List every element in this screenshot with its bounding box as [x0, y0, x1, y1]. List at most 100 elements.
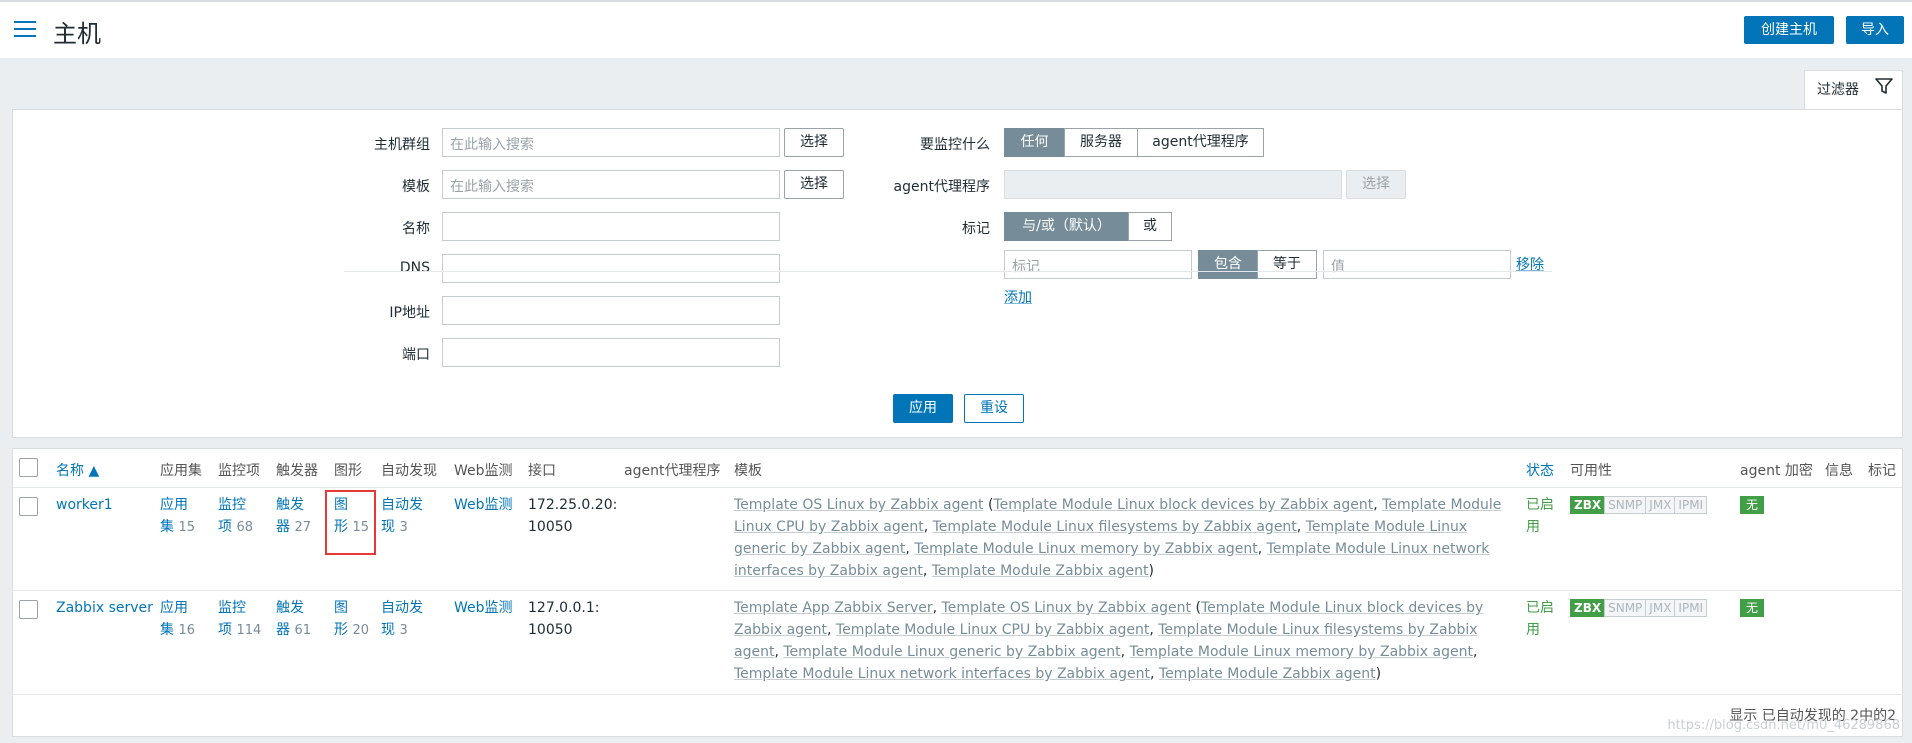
tag-remove-link[interactable]: 移除 [1516, 254, 1544, 276]
tags-mode-or[interactable]: 或 [1128, 212, 1172, 241]
discovery-link[interactable]: 自动发现 3 [381, 494, 451, 539]
template-separator: , [1149, 622, 1159, 638]
items-link[interactable]: 监控项 68 [218, 494, 274, 539]
items-link[interactable]: 监控项 114 [218, 597, 274, 642]
templates-input[interactable]: 在此输入搜索 [442, 170, 780, 199]
monitored-by-label: 要监控什么 [920, 137, 990, 153]
template-separator: ) [1375, 666, 1382, 682]
apply-button[interactable]: 应用 [893, 394, 953, 423]
graphs-link[interactable]: 图形 20 [334, 597, 378, 642]
tag-name-input[interactable]: 标记 [1004, 250, 1192, 279]
template-link[interactable]: Template OS Linux by Zabbix agent [734, 497, 984, 513]
select-all-checkbox[interactable] [19, 458, 38, 477]
template-link[interactable]: Template App Zabbix Server [734, 600, 933, 616]
tag-operator-contains[interactable]: 包含 [1198, 250, 1258, 279]
monitored-by-proxy[interactable]: agent代理程序 [1137, 128, 1264, 157]
host-name-link[interactable]: worker1 [56, 494, 113, 516]
templates-label: 模板 [402, 179, 430, 195]
template-separator: , [922, 563, 932, 579]
template-separator: , [905, 541, 915, 557]
encryption-none-badge: 无 [1740, 496, 1765, 514]
row-checkbox[interactable] [19, 497, 38, 516]
tag-value-input[interactable]: 值 [1323, 250, 1511, 279]
host-groups-input[interactable]: 在此输入搜索 [442, 128, 780, 157]
availability-badges: ZBX SNMP JMX IPMI [1570, 494, 1708, 516]
col-triggers: 触发器 [276, 463, 318, 479]
col-availability: 可用性 [1570, 463, 1612, 479]
templates-cell: Template OS Linux by Zabbix agent (Templ… [734, 494, 1514, 582]
encryption-none-badge: 无 [1740, 599, 1765, 617]
col-proxy: agent代理程序 [624, 463, 721, 479]
template-link[interactable]: Template Module Linux CPU by Zabbix agen… [836, 622, 1149, 638]
applications-link[interactable]: 应用集 15 [160, 494, 216, 539]
row-divider [13, 590, 1902, 591]
template-link[interactable]: Template Module Linux network interfaces… [734, 666, 1150, 682]
template-separator: , [1257, 541, 1267, 557]
status-enabled[interactable]: 已启用 [1526, 597, 1554, 641]
templates-select-button[interactable]: 选择 [784, 170, 844, 199]
proxy-label: agent代理程序 [893, 179, 990, 195]
encryption-cell: 无 [1740, 494, 1765, 516]
host-groups-label: 主机群组 [374, 137, 430, 153]
dns-input[interactable] [442, 254, 780, 283]
template-link[interactable]: Template Module Zabbix agent [932, 563, 1149, 579]
template-link[interactable]: Template Module Linux filesystems by Zab… [933, 519, 1297, 535]
col-encryption: agent 加密 [1740, 463, 1813, 479]
col-web: Web监测 [454, 463, 513, 479]
web-link[interactable]: Web监测 [454, 494, 513, 516]
template-separator: , [932, 600, 942, 616]
tags-mode-and-or[interactable]: 与/或（默认） [1004, 212, 1129, 241]
template-separator: , [1296, 519, 1306, 535]
template-separator: , [1120, 644, 1130, 660]
status-enabled[interactable]: 已启用 [1526, 494, 1554, 538]
tag-add-link[interactable]: 添加 [1004, 287, 1032, 309]
page-header: 主机 创建主机 导入 [0, 0, 1912, 58]
templates-cell: Template App Zabbix Server, Template OS … [734, 597, 1514, 685]
filter-divider [344, 271, 1552, 272]
template-link[interactable]: Template OS Linux by Zabbix agent [942, 600, 1192, 616]
web-link[interactable]: Web监测 [454, 597, 513, 619]
triggers-link[interactable]: 触发器 61 [276, 597, 332, 642]
zbx-badge: ZBX [1570, 599, 1606, 617]
port-input[interactable] [442, 338, 780, 367]
encryption-cell: 无 [1740, 597, 1765, 619]
ip-input[interactable] [442, 296, 780, 325]
reset-button[interactable]: 重设 [964, 394, 1024, 423]
triggers-link[interactable]: 触发器 27 [276, 494, 332, 539]
applications-link[interactable]: 应用集 16 [160, 597, 216, 642]
jmx-badge: JMX [1645, 496, 1676, 514]
template-separator: , [827, 622, 836, 638]
tag-operator-equals[interactable]: 等于 [1257, 250, 1317, 279]
col-name[interactable]: 名称 ▲ [56, 460, 99, 480]
row-divider [13, 487, 1902, 488]
template-link[interactable]: Template Module Zabbix agent [1159, 666, 1376, 682]
col-templates: 模板 [734, 463, 762, 479]
proxy-select-button: 选择 [1346, 170, 1406, 199]
col-status[interactable]: 状态 [1526, 460, 1554, 480]
host-name-link[interactable]: Zabbix server [56, 597, 153, 619]
row-checkbox[interactable] [19, 600, 38, 619]
zbx-badge: ZBX [1570, 496, 1606, 514]
filter-tab[interactable]: 过滤器 [1804, 70, 1903, 110]
host-groups-select-button[interactable]: 选择 [784, 128, 844, 157]
monitored-by-server[interactable]: 服务器 [1064, 128, 1138, 157]
create-host-button[interactable]: 创建主机 [1744, 16, 1834, 44]
template-link[interactable]: Template Module Linux memory by Zabbix a… [1130, 644, 1473, 660]
col-items: 监控项 [218, 463, 260, 479]
interface-cell: 127.0.0.1: 10050 [528, 600, 600, 638]
template-separator: ) [1148, 563, 1154, 579]
template-link[interactable]: Template Module Linux block devices by Z… [993, 497, 1373, 513]
menu-icon[interactable] [14, 21, 36, 39]
import-button[interactable]: 导入 [1846, 16, 1904, 44]
filter-icon [1875, 78, 1893, 94]
monitored-by-any[interactable]: 任何 [1004, 128, 1065, 157]
template-separator: , [1373, 497, 1383, 513]
filter-tab-label: 过滤器 [1817, 82, 1859, 98]
name-input[interactable] [442, 212, 780, 241]
row-divider [13, 694, 1902, 695]
discovery-link[interactable]: 自动发现 3 [381, 597, 451, 642]
template-link[interactable]: Template Module Linux memory by Zabbix a… [914, 541, 1257, 557]
template-link[interactable]: Template Module Linux generic by Zabbix … [783, 644, 1120, 660]
page-title: 主机 [53, 20, 101, 48]
col-tags: 标记 [1868, 463, 1896, 479]
